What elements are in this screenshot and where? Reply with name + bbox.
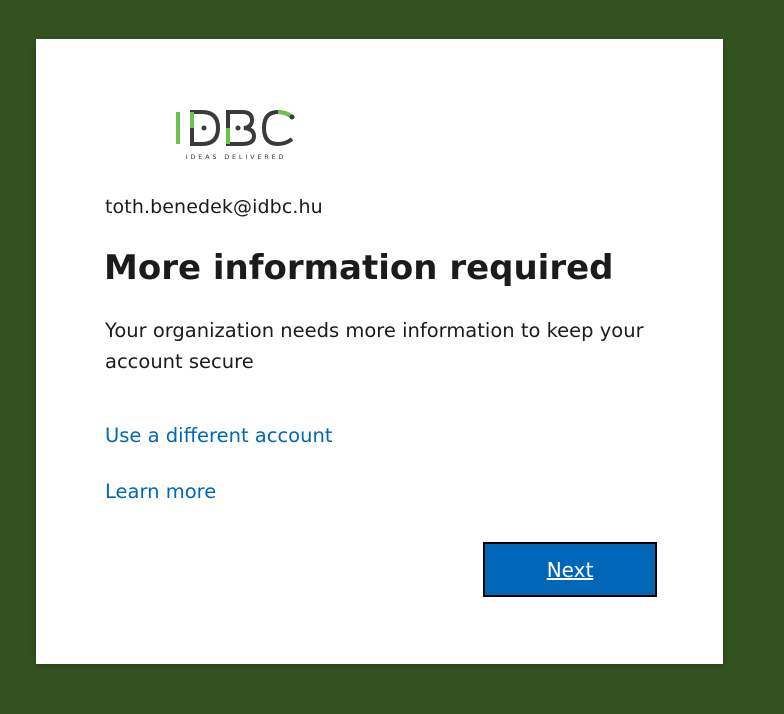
idbc-logo-icon: IDEAS DELIVERED [176,109,295,161]
use-different-account-link[interactable]: Use a different account [105,424,332,447]
sign-in-card: IDEAS DELIVERED toth.benedek@idbc.hu Mor… [36,39,723,664]
page-title: More information required [104,248,614,288]
company-logo: IDEAS DELIVERED [174,109,299,165]
account-email: toth.benedek@idbc.hu [105,196,323,218]
learn-more-link[interactable]: Learn more [105,480,216,503]
description-text: Your organization needs more information… [105,319,644,373]
logo-tagline: IDEAS DELIVERED [186,153,287,161]
next-button[interactable]: Next [483,542,657,597]
